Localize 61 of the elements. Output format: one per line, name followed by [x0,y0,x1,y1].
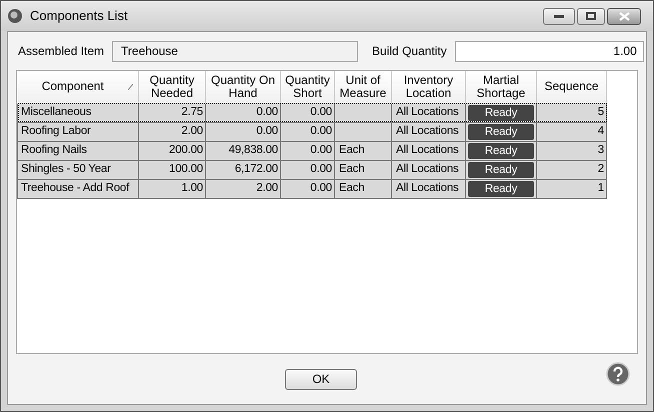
table-cell: 2.00 [206,179,280,198]
status-label: Ready [468,104,534,120]
field-label: Assembled Item [18,43,104,60]
ok-button[interactable]: OK [285,368,357,390]
table-cell: All Locations [392,122,466,141]
table-cell: 49,838.00 [206,141,280,160]
close-icon [618,12,630,20]
app-logo-icon [7,8,23,24]
column-header[interactable]: Component [18,71,138,103]
table-cell: Miscellaneous [18,103,138,122]
column-header[interactable]: Quantity On Hand [206,71,280,103]
table-cell: 0.00 [280,141,334,160]
table-cell: 0.00 [206,103,280,122]
minimize-icon [554,14,564,18]
table-cell: All Locations [392,160,466,179]
table-cell: 2.00 [138,122,206,141]
help-icon[interactable] [606,362,630,386]
column-header[interactable]: Martial Shortage [466,71,536,103]
table-cell: 2 [536,160,606,179]
table-cell: 3 [536,141,606,160]
table-cell: Treehouse - Add Roof [18,179,138,198]
table-cell: 1 [536,179,606,198]
maximize-icon [586,12,596,20]
table-cell: 0.00 [280,103,334,122]
table-cell: Shingles - 50 Year [18,160,138,179]
column-header[interactable]: Inventory Location [392,71,466,103]
table-cell: Roofing Nails [18,141,138,160]
table-cell: 0.00 [280,122,334,141]
column-header[interactable]: Quantity Needed [138,71,206,103]
status-label: Ready [468,162,534,178]
table-cell: 2.75 [138,103,206,122]
table-cell: All Locations [392,141,466,160]
minimize-button[interactable] [543,8,575,24]
table-cell: All Locations [392,103,466,122]
column-header[interactable]: Sequence [536,71,606,103]
table-cell: 100.00 [138,160,206,179]
status-label: Ready [468,180,534,196]
table-cell: 200.00 [138,141,206,160]
table-cell: 1.00 [138,179,206,198]
table-cell: 6,172.00 [206,160,280,179]
table-cell: Each [334,160,392,179]
column-header[interactable]: Quantity Short [280,71,334,103]
field-label: Build Quantity [372,43,447,60]
close-button[interactable] [607,8,641,24]
window-title: Components List [30,7,128,26]
table-cell: All Locations [392,179,466,198]
table-cell: Each [334,141,392,160]
table-cell: 4 [536,122,606,141]
column-header[interactable]: Unit of Measure [334,71,392,103]
table-cell: 0.00 [280,179,334,198]
status-label: Ready [468,142,534,158]
assembled-item-field[interactable]: Treehouse [112,40,358,62]
build-quantity-field[interactable]: 1.00 [454,40,644,62]
table-cell: 0.00 [280,160,334,179]
table-cell: Roofing Labor [18,122,138,141]
table-cell: Each [334,179,392,198]
status-label: Ready [468,124,534,140]
table-cell: 0.00 [206,122,280,141]
maximize-button[interactable] [577,8,605,24]
table-cell: 5 [536,103,606,122]
sort-icon [128,84,133,90]
